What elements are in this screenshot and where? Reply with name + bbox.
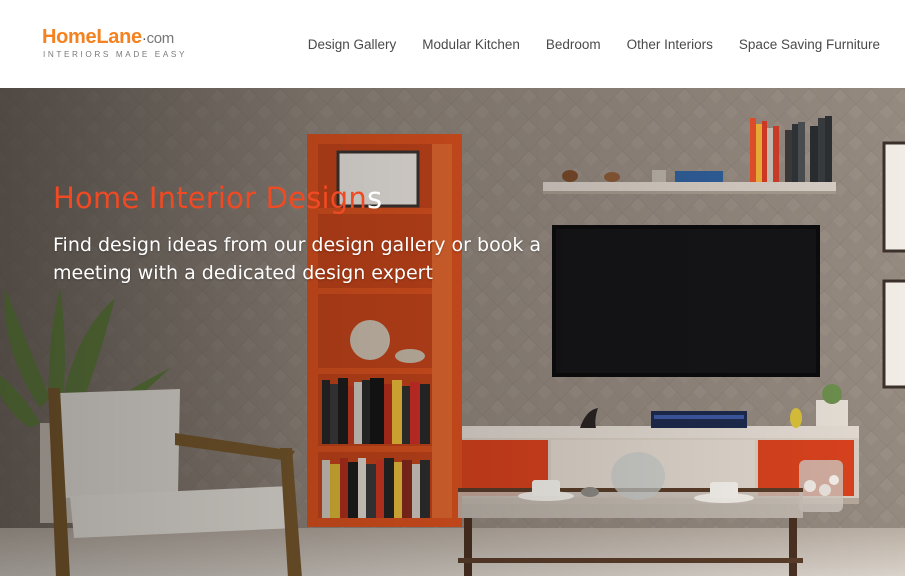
nav-design-gallery[interactable]: Design Gallery	[295, 36, 410, 54]
nav-other-interiors[interactable]: Other Interiors	[614, 36, 726, 54]
logo-lane-text: Lane	[96, 26, 142, 48]
nav-space-saving-furniture[interactable]: Space Saving Furniture	[726, 36, 893, 54]
hero-banner: Home Interior Designs Find design ideas …	[0, 88, 905, 576]
nav-bedroom[interactable]: Bedroom	[533, 36, 614, 54]
main-nav: Design Gallery Modular Kitchen Bedroom O…	[295, 36, 893, 54]
homelane-logo[interactable]: HomeLane·com INTERIORS MADE EASY	[42, 26, 192, 66]
logo-com-text: com	[146, 30, 175, 47]
hero-title-accent: Home Interior Design	[53, 181, 367, 215]
logo-wordmark: HomeLane·com	[42, 26, 174, 49]
hero-title-rest: s	[367, 181, 383, 215]
site-header: HomeLane·com INTERIORS MADE EASY Design …	[0, 0, 905, 88]
logo-home-text: Home	[42, 26, 97, 48]
hero-subtitle: Find design ideas from our design galler…	[53, 234, 542, 284]
nav-modular-kitchen[interactable]: Modular Kitchen	[409, 36, 533, 54]
logo-tagline: INTERIORS MADE EASY	[43, 50, 188, 59]
hero-title: Home Interior Designs	[53, 181, 382, 215]
hero-dark-overlay	[0, 88, 905, 576]
